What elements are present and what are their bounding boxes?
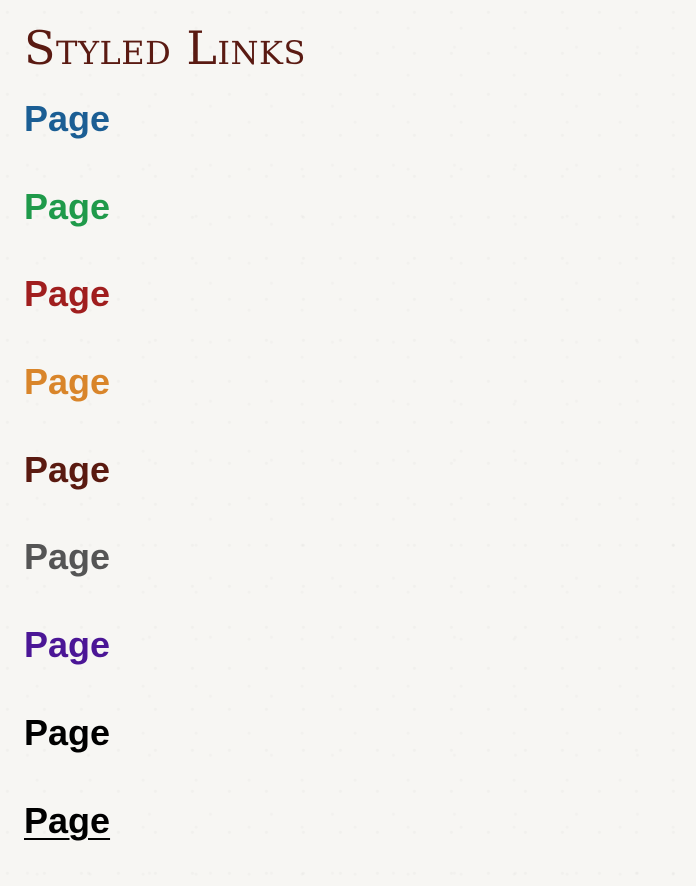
page-link-purple[interactable]: Page [24, 623, 110, 667]
page-link-red[interactable]: Page [24, 272, 110, 316]
list-item: Page [24, 799, 110, 886]
list-item: Page [24, 272, 110, 360]
page-link-green[interactable]: Page [24, 185, 110, 229]
list-item: Page [24, 185, 110, 273]
page-link-underlined[interactable]: Page [24, 799, 110, 843]
page-link-gray[interactable]: Page [24, 535, 110, 579]
list-item: Page [24, 360, 110, 448]
list-item: Page [24, 623, 110, 711]
list-item: Page [24, 711, 110, 799]
page-link-orange[interactable]: Page [24, 360, 110, 404]
list-item: Page [24, 535, 110, 623]
page-link-blue[interactable]: Page [24, 97, 110, 141]
page-title: Styled Links [24, 22, 306, 74]
list-item: Page [24, 97, 110, 185]
styled-links-list: Page Page Page Page Page Page Page Page … [24, 97, 110, 886]
page-link-black[interactable]: Page [24, 711, 110, 755]
list-item: Page [24, 448, 110, 536]
page-link-brown[interactable]: Page [24, 448, 110, 492]
